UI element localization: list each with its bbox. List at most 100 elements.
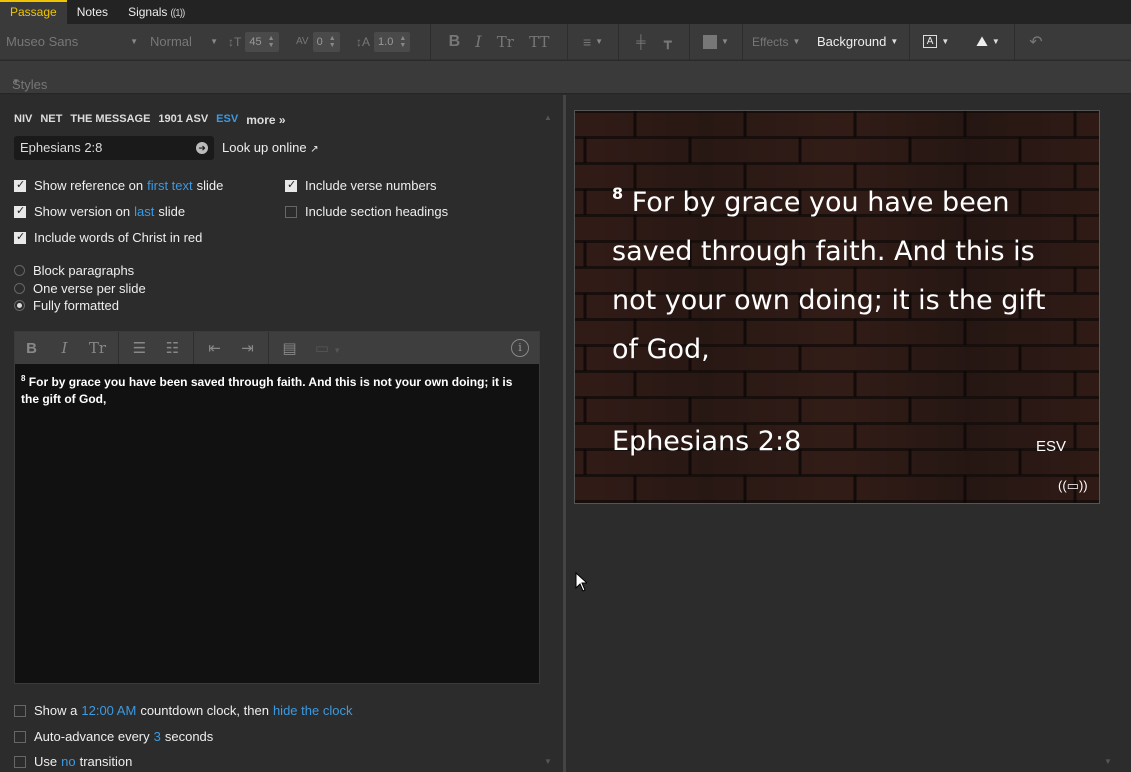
words-of-christ-label: Include words of Christ in red: [34, 230, 203, 245]
tab-signals[interactable]: Signals ((1)): [118, 0, 194, 24]
color-select[interactable]: ▼: [690, 24, 742, 60]
more-versions-link[interactable]: more »: [246, 113, 285, 127]
one-verse-label: One verse per slide: [33, 281, 146, 296]
indent-icon[interactable]: ⇥: [231, 339, 264, 357]
scroll-down-icon[interactable]: ▼: [1104, 757, 1112, 766]
font-size-input[interactable]: 45 ▲ ▼: [245, 31, 279, 52]
undo-icon: ↶: [1029, 33, 1043, 51]
look-up-online-link[interactable]: Look up online ↗: [222, 140, 319, 155]
line-height-input[interactable]: 1.0 ▲ ▼: [374, 31, 411, 52]
editor-toolbar: B I Tr ☰ ☷ ⇤ ⇥ ▤ ▭ ▼: [15, 332, 539, 364]
tab-notes[interactable]: Notes: [67, 0, 118, 24]
version-message[interactable]: THE MESSAGE: [70, 113, 150, 127]
background-label: Background: [817, 34, 887, 49]
text-case-icon[interactable]: Tr: [81, 339, 114, 357]
clock-time-link[interactable]: 12:00 AM: [81, 703, 136, 718]
image-menu[interactable]: ⛰ ▼: [962, 24, 1014, 60]
uppercase-icon[interactable]: TT: [529, 33, 549, 51]
slide-verse-body: For by grace you have been saved through…: [612, 187, 1046, 365]
slide-preview[interactable]: 8 For by grace you have been saved throu…: [574, 110, 1100, 504]
tracking-input[interactable]: 0 ▲ ▼: [312, 31, 340, 52]
last-slide-link[interactable]: last: [134, 204, 154, 219]
transition-suffix: transition: [79, 754, 133, 769]
words-of-christ-checkbox[interactable]: [14, 230, 26, 244]
fully-formatted-radio[interactable]: [14, 300, 25, 311]
reference-input[interactable]: Ephesians 2:8 ➜: [14, 136, 214, 160]
show-reference-option[interactable]: Show reference on first text slide: [14, 178, 223, 193]
font-weight-select[interactable]: Normal ▼: [142, 24, 224, 60]
section-headings-checkbox[interactable]: [285, 205, 297, 218]
font-size-control[interactable]: ↕T 45 ▲ ▼: [224, 24, 290, 60]
auto-advance-checkbox[interactable]: [14, 730, 26, 743]
go-arrow-icon[interactable]: ➜: [196, 142, 208, 154]
stepper-icon[interactable]: ▲ ▼: [329, 35, 336, 49]
show-reference-checkbox[interactable]: [14, 178, 26, 192]
tracking-control[interactable]: AV 0 ▲ ▼: [290, 24, 352, 60]
tab-passage[interactable]: Passage: [0, 0, 67, 24]
align-select[interactable]: ≡ ▼: [568, 24, 618, 60]
transition-checkbox[interactable]: [14, 755, 26, 768]
one-verse-option[interactable]: One verse per slide: [14, 281, 146, 296]
chevron-down-icon: ▼: [595, 37, 604, 46]
countdown-clock-checkbox[interactable]: [14, 704, 26, 717]
look-up-online-label: Look up online: [222, 140, 307, 155]
outdent-icon[interactable]: ⇤: [198, 339, 231, 357]
fully-formatted-option[interactable]: Fully formatted: [14, 298, 119, 313]
scroll-down-icon[interactable]: ▼: [544, 757, 552, 766]
valign-top-icon[interactable]: ┳: [664, 34, 672, 50]
hide-clock-link[interactable]: hide the clock: [273, 703, 353, 718]
version-esv[interactable]: ESV: [216, 113, 238, 127]
countdown-clock-option[interactable]: Show a 12:00 AM countdown clock, then hi…: [14, 703, 356, 718]
bullet-list-icon[interactable]: ☰: [123, 339, 156, 357]
italic-icon[interactable]: I: [475, 32, 481, 51]
chevron-down-icon: ▼: [210, 37, 218, 46]
line-height-icon: ↕A: [356, 34, 371, 49]
italic-icon[interactable]: I: [48, 339, 81, 357]
stepper-icon[interactable]: ▲ ▼: [268, 35, 275, 49]
section-headings-label: Include section headings: [305, 204, 449, 219]
info-icon[interactable]: i: [511, 339, 529, 357]
section-headings-option[interactable]: Include section headings: [285, 204, 448, 219]
editor-content[interactable]: 8 For by grace you have been saved throu…: [15, 364, 525, 414]
first-text-link[interactable]: first text: [147, 178, 193, 193]
font-family-select[interactable]: Museo Sans ▼: [0, 24, 142, 60]
chevron-down-icon: ▼: [721, 37, 729, 46]
version-1901-asv[interactable]: 1901 ASV: [158, 113, 208, 127]
show-version-checkbox[interactable]: [14, 204, 26, 218]
version-net[interactable]: NET: [40, 113, 62, 127]
undo-button[interactable]: ↶: [1015, 24, 1057, 60]
one-verse-radio[interactable]: [14, 283, 25, 294]
version-niv[interactable]: NIV: [14, 113, 32, 127]
line-height-control[interactable]: ↕A 1.0 ▲ ▼: [352, 24, 422, 60]
block-paragraphs-label: Block paragraphs: [33, 263, 135, 278]
verse-numbers-option[interactable]: Include verse numbers: [285, 178, 437, 193]
slide-version: ESV: [1036, 438, 1067, 455]
stepper-icon[interactable]: ▲ ▼: [399, 35, 406, 49]
transition-type-link[interactable]: no: [61, 754, 75, 769]
bold-icon[interactable]: B: [449, 33, 461, 51]
verse-numbers-checkbox[interactable]: [285, 178, 297, 192]
insert-slide-break-icon[interactable]: ▤: [273, 339, 306, 357]
textbox-menu[interactable]: A ▼: [910, 24, 962, 60]
countdown-clock-middle: countdown clock, then: [140, 703, 269, 718]
show-version-option[interactable]: Show version on last slide: [14, 204, 185, 219]
auto-advance-option[interactable]: Auto-advance every 3 seconds: [14, 729, 213, 744]
numbered-list-icon[interactable]: ☷: [156, 339, 189, 357]
words-of-christ-option[interactable]: Include words of Christ in red: [14, 230, 202, 245]
block-paragraphs-radio[interactable]: [14, 265, 25, 276]
version-list: NIV NET THE MESSAGE 1901 ASV ESV more »: [14, 113, 286, 127]
background-menu[interactable]: Background ▼: [811, 24, 909, 60]
bold-icon[interactable]: B: [15, 340, 48, 357]
advance-seconds-link[interactable]: 3: [154, 729, 161, 744]
effects-menu[interactable]: Effects ▼: [743, 24, 811, 60]
slide-reference: Ephesians 2:8: [612, 426, 802, 457]
block-style-select[interactable]: ▭ ▼: [306, 339, 350, 357]
valign-middle-icon[interactable]: ╪: [636, 34, 645, 49]
scroll-up-icon[interactable]: ▲: [544, 113, 552, 122]
text-case-icon[interactable]: Tr: [497, 33, 514, 51]
tracking-value: 0: [316, 35, 323, 48]
block-paragraphs-option[interactable]: Block paragraphs: [14, 263, 134, 278]
styles-bar: Styles ▼: [0, 61, 1131, 94]
transition-option[interactable]: Use no transition: [14, 754, 132, 769]
slide-verse-text: 8 For by grace you have been saved throu…: [612, 169, 1052, 374]
